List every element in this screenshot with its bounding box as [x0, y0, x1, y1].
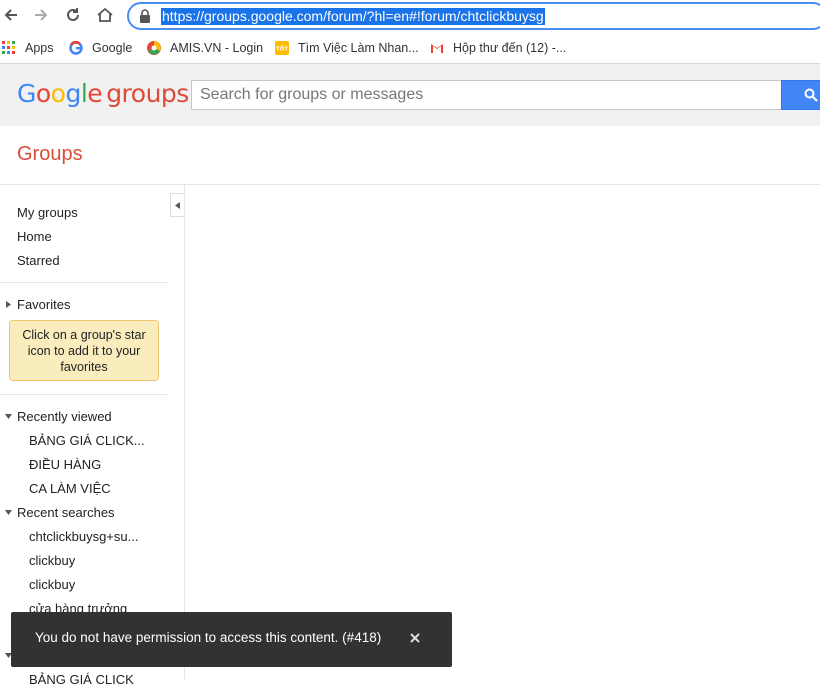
recent-searches-label: Recent searches: [17, 505, 115, 520]
bookmark-label: Tìm Việc Làm Nhan...: [298, 41, 419, 55]
favorites-hint: Click on a group's star icon to add it t…: [9, 320, 159, 381]
back-button[interactable]: [0, 4, 22, 26]
groups-header: Google groups: [0, 64, 820, 126]
recent-searches-toggle[interactable]: Recent searches: [5, 505, 115, 520]
bookmarks-bar: Apps Google AMIS.VN - Login TỐT Tìm Việc…: [0, 33, 820, 64]
bookmark-label: AMIS.VN - Login: [170, 41, 264, 55]
logo-o2: o: [50, 79, 66, 108]
back-arrow-icon: [4, 9, 17, 21]
collapse-arrow-icon: [175, 202, 180, 209]
svg-text:TỐT: TỐT: [276, 45, 288, 53]
logo-groups: groups: [106, 79, 189, 108]
recently-viewed-item[interactable]: ĐIỀU HÀNG: [29, 457, 101, 472]
favorites-label: Favorites: [17, 297, 71, 312]
bookmark-amis[interactable]: AMIS.VN - Login: [147, 39, 263, 57]
search-box: [191, 80, 783, 110]
tot-icon: TỐT: [275, 41, 289, 55]
collapse-down-icon: [5, 510, 12, 515]
close-icon[interactable]: [408, 631, 422, 645]
sidebar-divider: [0, 282, 167, 283]
home-button[interactable]: [94, 4, 116, 26]
search-icon: [804, 88, 818, 102]
forward-arrow-icon: [35, 9, 48, 21]
collapse-sidebar-button[interactable]: [170, 193, 184, 217]
gmail-icon: [431, 44, 443, 53]
lock-icon: [140, 9, 150, 23]
bookmark-gmail[interactable]: Hộp thư đến (12) -...: [430, 39, 566, 57]
address-bar[interactable]: https://groups.google.com/forum/?hl=en#!…: [127, 2, 820, 30]
sidebar-item-starred[interactable]: Starred: [17, 253, 60, 268]
reload-icon: [67, 8, 79, 21]
search-input[interactable]: [200, 82, 760, 108]
bookmark-label: Google: [92, 41, 133, 55]
bookmark-apps[interactable]: Apps: [2, 39, 54, 57]
logo-e: e: [87, 79, 103, 108]
collapse-down-icon: [5, 414, 12, 419]
bookmark-label: Apps: [25, 41, 54, 55]
sidebar-item-my-groups[interactable]: My groups: [17, 205, 78, 220]
logo-o1: o: [35, 79, 51, 108]
url-text[interactable]: https://groups.google.com/forum/?hl=en#!…: [161, 8, 545, 25]
favorites-section-toggle[interactable]: Favorites: [5, 297, 70, 312]
page-title: Groups: [17, 143, 83, 165]
toast-message: You do not have permission to access thi…: [35, 630, 382, 645]
sidebar-divider: [0, 394, 167, 395]
bookmark-label: Hộp thư đến (12) -...: [453, 41, 567, 55]
google-g-icon: [69, 41, 83, 55]
logo-g: g: [65, 79, 81, 108]
recent-search-item[interactable]: chtclickbuysg+su...: [29, 529, 138, 544]
sidebar-item-home[interactable]: Home: [17, 229, 52, 244]
bookmark-tot[interactable]: TỐT Tìm Việc Làm Nhan...: [275, 39, 419, 57]
forward-button[interactable]: [30, 4, 52, 26]
expand-right-icon: [6, 301, 11, 308]
reload-button[interactable]: [62, 4, 84, 26]
recently-viewed-item[interactable]: CA LÀM VIỆC: [29, 481, 111, 496]
recently-viewed-item[interactable]: BẢNG GIÁ CLICK...: [29, 433, 145, 448]
amis-icon: [147, 41, 161, 55]
recent-search-item[interactable]: clickbuy: [29, 577, 75, 592]
search-button[interactable]: [781, 80, 820, 110]
permission-error-toast: You do not have permission to access thi…: [11, 612, 452, 667]
recently-viewed-label: Recently viewed: [17, 409, 112, 424]
home-icon: [97, 7, 113, 22]
browser-toolbar: https://groups.google.com/forum/?hl=en#!…: [0, 0, 820, 32]
bookmark-google[interactable]: Google: [69, 39, 132, 57]
logo-google: G: [17, 79, 36, 108]
recently-viewed-toggle[interactable]: Recently viewed: [5, 409, 112, 424]
recent-search-item[interactable]: clickbuy: [29, 553, 75, 568]
apps-grid-icon: [2, 41, 15, 54]
google-groups-logo[interactable]: Google groups: [17, 80, 189, 108]
